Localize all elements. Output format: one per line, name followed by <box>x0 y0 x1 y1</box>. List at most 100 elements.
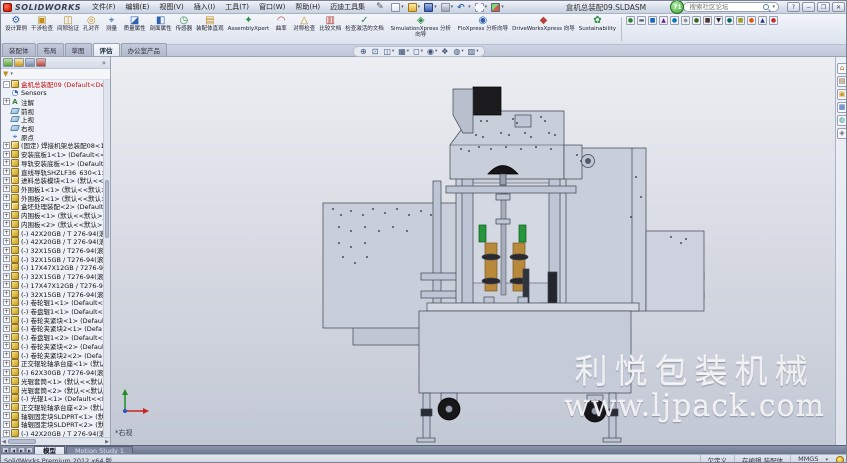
expand-icon[interactable]: - <box>3 81 10 88</box>
study-tab[interactable]: Motion Study 1 <box>66 446 133 454</box>
view-tool-icon[interactable]: ▧▾ <box>468 47 479 56</box>
tree-item[interactable]: + (-) 卷轮辊1<1> (Default< <box>1 298 103 307</box>
expand-icon[interactable]: + <box>3 299 10 306</box>
expand-icon[interactable]: + <box>3 185 10 192</box>
undo-icon[interactable]: ▾ <box>456 3 472 12</box>
tree-item[interactable]: + (-) 42X20GB / T 276-94(滚珠 <box>1 237 103 246</box>
view-tool-icon[interactable]: ❖ <box>441 47 449 56</box>
tree-item[interactable]: - 盒机总装配09 (Default<Defau <box>1 80 103 89</box>
expand-icon[interactable]: + <box>3 151 10 158</box>
maidi-tool-icon[interactable]: ● <box>626 16 635 25</box>
tree-item[interactable]: + 进料总装模块<1> (默认<<默 <box>1 176 103 185</box>
expand-icon[interactable]: + <box>3 194 10 201</box>
print-icon[interactable]: ▾ <box>440 3 455 12</box>
maidi-tool-icon[interactable]: ◆ <box>681 16 690 25</box>
tree-item[interactable]: + (-) 卷轮夹紧块2<1> (Defa <box>1 324 103 333</box>
view-tool-icon[interactable]: ⊕ <box>360 47 368 56</box>
command-button[interactable]: ◧ 剖面属性 <box>148 14 174 44</box>
tree-item[interactable]: + (-) 卷盘辊1<1> (Default< <box>1 307 103 316</box>
tree-item[interactable]: 原点 <box>1 132 103 141</box>
maidi-tool-icon[interactable]: ■ <box>703 16 712 25</box>
graphics-area[interactable]: *右视 利悦包装机械 www.ljpack.com <box>111 57 835 445</box>
quick-tips-icon[interactable] <box>836 456 844 463</box>
tree-item[interactable]: + 光辊套筒<1> (默认<<默认>_ <box>1 376 103 385</box>
view-palette-icon[interactable]: ▦ <box>837 102 847 113</box>
tree-item[interactable]: + 轴辊固定块SLDPRT<1> (默认 <box>1 411 103 420</box>
file-explorer-icon[interactable]: ▣ <box>837 89 847 100</box>
commandmanager-tab[interactable]: 装配体 <box>2 43 36 56</box>
tree-item[interactable]: + 直线导轨SHZLF36_630<1> (默 <box>1 167 103 176</box>
command-button[interactable]: ◷ 传感器 <box>174 14 195 44</box>
view-tool-icon[interactable]: ◍▾ <box>453 47 463 56</box>
tree-item[interactable]: + 正交辊轮轴承台座<1> (默认< <box>1 359 103 368</box>
expand-icon[interactable]: + <box>3 238 10 245</box>
rebuild-icon[interactable]: ▾ <box>490 3 505 12</box>
expand-icon[interactable]: + <box>3 255 10 262</box>
tree-item[interactable]: + (-) 42X20GB / T 276-94(滚珠 <box>1 228 103 237</box>
tree-item[interactable]: 前视 <box>1 106 103 115</box>
new-document-icon[interactable]: ▾ <box>390 3 405 12</box>
tree-item[interactable]: + (-) 卷轮夹紧块<1> (Default <box>1 315 103 324</box>
tree-item[interactable]: + (-) 32X15GB / T276-94(滚珠 <box>1 246 103 255</box>
tree-item[interactable]: + (-) 卷轮夹紧块<2> (Default <box>1 342 103 351</box>
commandmanager-tab[interactable]: 评估 <box>93 43 120 56</box>
command-button[interactable]: ▤ 装配体直观 <box>194 14 226 44</box>
tree-item[interactable]: + 外围板2<1> (默认<<默认>_显 <box>1 193 103 202</box>
maidi-tool-icon[interactable]: ■ <box>736 16 745 25</box>
tree-item[interactable]: + (-) 32X15GB / T276-94(滚珠 <box>1 272 103 281</box>
menu-item[interactable]: 窗口(W) <box>254 2 290 12</box>
command-button[interactable]: ◠ 曲率 <box>271 14 291 44</box>
study-tab[interactable]: 模型 <box>34 446 65 454</box>
maidi-tool-icon[interactable]: ● <box>725 16 734 25</box>
menu-item[interactable]: 工具(T) <box>220 2 254 12</box>
tree-item[interactable]: + 光辊套筒<2> (默认<<默认>_ <box>1 385 103 394</box>
command-button[interactable]: ◫ 间隙验证 <box>55 14 81 44</box>
maidi-tool-icon[interactable]: ▲ <box>758 16 767 25</box>
command-button[interactable]: ◉ FloXpress 分析向导 <box>456 14 510 44</box>
tree-item[interactable]: + 内围板<2> (默认<<默认>_显 <box>1 220 103 229</box>
maidi-tool-icon[interactable]: ● <box>747 16 756 25</box>
tab-scroll-button[interactable]: ◀ <box>2 447 9 453</box>
expand-icon[interactable]: + <box>3 386 10 393</box>
maidi-tool-icon[interactable]: ▼ <box>714 16 723 25</box>
tree-item[interactable]: + (固定) 焊接机架总装配08<1> <box>1 141 103 150</box>
maidi-tool-icon[interactable]: ● <box>769 16 778 25</box>
command-button[interactable]: ⚙ 设计算例 <box>3 14 29 44</box>
propertymanager-tab-icon[interactable] <box>14 58 24 67</box>
view-tool-icon[interactable]: ◫▾ <box>383 47 394 56</box>
save-icon[interactable]: ▾ <box>423 3 438 12</box>
minimize-button[interactable]: − <box>802 2 815 12</box>
menu-item[interactable]: 迈迪工具集 <box>325 2 370 12</box>
menu-item[interactable]: 文件(F) <box>87 2 121 12</box>
tree-item[interactable]: + 盒坯处理装配<2> (Default <box>1 202 103 211</box>
command-button[interactable]: △ 对称检查 <box>291 14 317 44</box>
tree-item[interactable]: + (-) 17X47X12GB / T276-94(滚 <box>1 281 103 290</box>
search-icon[interactable] <box>763 4 769 10</box>
tree-item[interactable]: + 注解 <box>1 97 103 106</box>
view-tool-icon[interactable]: ▦▾ <box>398 47 409 56</box>
tree-item[interactable]: + (-) 17X47X12GB / 7276-94(滚 <box>1 263 103 272</box>
menu-item[interactable]: 插入(I) <box>189 2 221 12</box>
command-button[interactable]: ◪ 质量属性 <box>122 14 148 44</box>
tree-item[interactable]: + (-) 光辊1<1> (Default<<D <box>1 394 103 403</box>
search-input[interactable] <box>687 2 761 12</box>
tree-item[interactable]: + (-) 42X20GB / T 276-94(滚珠 <box>1 429 103 437</box>
restore-button[interactable]: ❐ <box>817 2 830 12</box>
expand-icon[interactable]: + <box>3 430 10 437</box>
units-dropdown-arrow[interactable]: ▾ <box>825 457 828 463</box>
solidworks-resources-icon[interactable]: ⌂ <box>837 63 847 74</box>
featuremanager-tree-tab-icon[interactable] <box>3 58 13 67</box>
tree-item[interactable]: + 外围板1<1> (默认<<默认>_显 <box>1 185 103 194</box>
maidi-tool-icon[interactable]: ▲ <box>659 16 668 25</box>
configurationmanager-tab-icon[interactable] <box>25 58 35 67</box>
tree-item[interactable]: + 安装底板1<1> (Default<<D <box>1 150 103 159</box>
expand-icon[interactable]: + <box>3 177 10 184</box>
expand-icon[interactable]: + <box>3 264 10 271</box>
view-tool-icon[interactable]: ◉▾ <box>427 47 437 56</box>
expand-icon[interactable]: + <box>3 229 10 236</box>
menu-item[interactable]: 编辑(E) <box>121 2 155 12</box>
expand-icon[interactable]: + <box>3 334 10 341</box>
expand-icon[interactable]: + <box>3 412 10 419</box>
appearances-icon[interactable]: ◍ <box>837 115 847 126</box>
expand-icon[interactable]: + <box>3 403 10 410</box>
